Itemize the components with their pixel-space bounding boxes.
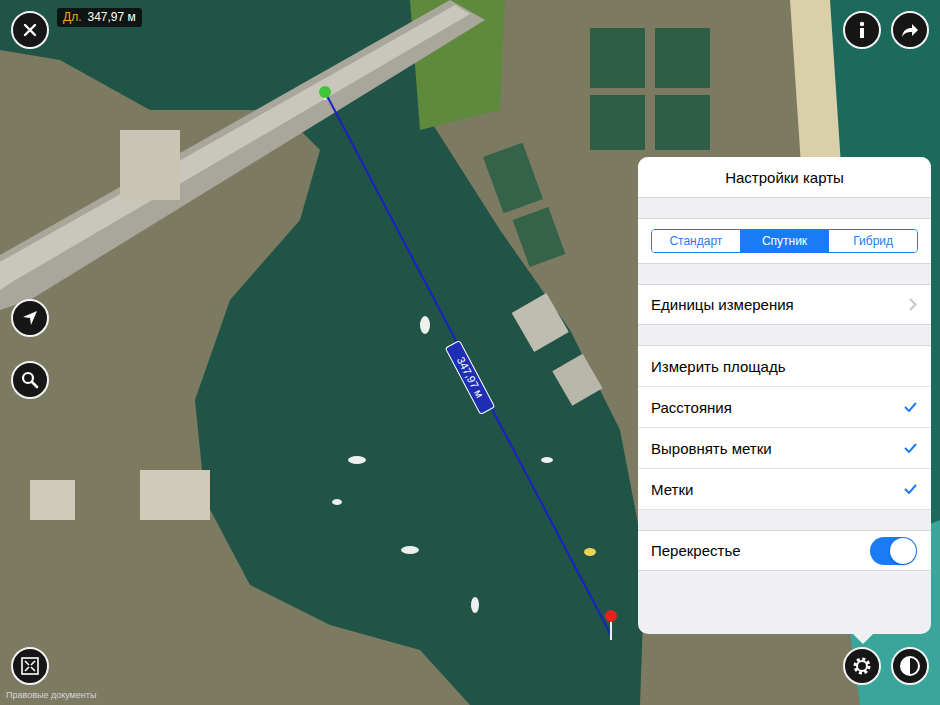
option-row[interactable]: Расстояния — [638, 387, 931, 428]
location-arrow-icon — [22, 310, 38, 326]
length-value: 347,97 м — [87, 10, 135, 25]
checkmark-icon — [904, 443, 917, 453]
chevron-icon — [909, 298, 917, 311]
toggle-knob — [890, 538, 916, 564]
share-button[interactable] — [891, 11, 929, 49]
info-button[interactable] — [843, 11, 881, 49]
checkmark-icon — [904, 402, 917, 412]
map-type-control: СтандартСпутникГибрид — [651, 229, 918, 253]
map-screen: 347,97 мДл. 347,97 м Правовые документы Нас… — [0, 0, 940, 705]
units-row[interactable]: Единицы измерения — [638, 284, 931, 325]
popover-arrow — [852, 633, 874, 644]
share-arrow-icon — [901, 22, 919, 38]
info-icon — [855, 21, 869, 39]
contrast-button[interactable] — [891, 647, 929, 685]
settings-button[interactable] — [843, 647, 881, 685]
map-type-segment[interactable]: Спутник — [740, 230, 829, 252]
map-type-segment[interactable]: Стандарт — [652, 230, 740, 252]
option-row[interactable]: Выровнять метки — [638, 428, 931, 469]
measure-line — [325, 92, 611, 635]
map-type-segment[interactable]: Гибрид — [828, 230, 917, 252]
contrast-icon — [899, 655, 921, 677]
crosshair-toggle[interactable] — [870, 537, 917, 565]
start-pin-icon[interactable] — [319, 86, 331, 100]
gear-icon — [851, 655, 873, 677]
locate-button[interactable] — [11, 299, 49, 337]
option-row[interactable]: Метки — [638, 469, 931, 510]
option-row[interactable]: Измерить площадь — [638, 346, 931, 387]
legal-link[interactable]: Правовые документы — [6, 689, 96, 701]
end-pin-icon[interactable] — [605, 610, 617, 640]
crosshair-row: Перекрестье — [638, 530, 931, 571]
search-icon — [21, 371, 39, 389]
settings-popover: Настройки карты СтандартСпутникГибрид Един… — [638, 157, 931, 634]
length-prefix: Дл. — [63, 10, 81, 25]
close-icon — [23, 23, 37, 37]
search-button[interactable] — [11, 361, 49, 399]
popover-title: Настройки карты — [638, 157, 931, 198]
length-readout: Дл. 347,97 м — [57, 8, 142, 27]
fit-button[interactable] — [11, 647, 49, 685]
fit-icon — [21, 657, 39, 675]
checkmark-icon — [904, 484, 917, 494]
close-button[interactable] — [11, 11, 49, 49]
